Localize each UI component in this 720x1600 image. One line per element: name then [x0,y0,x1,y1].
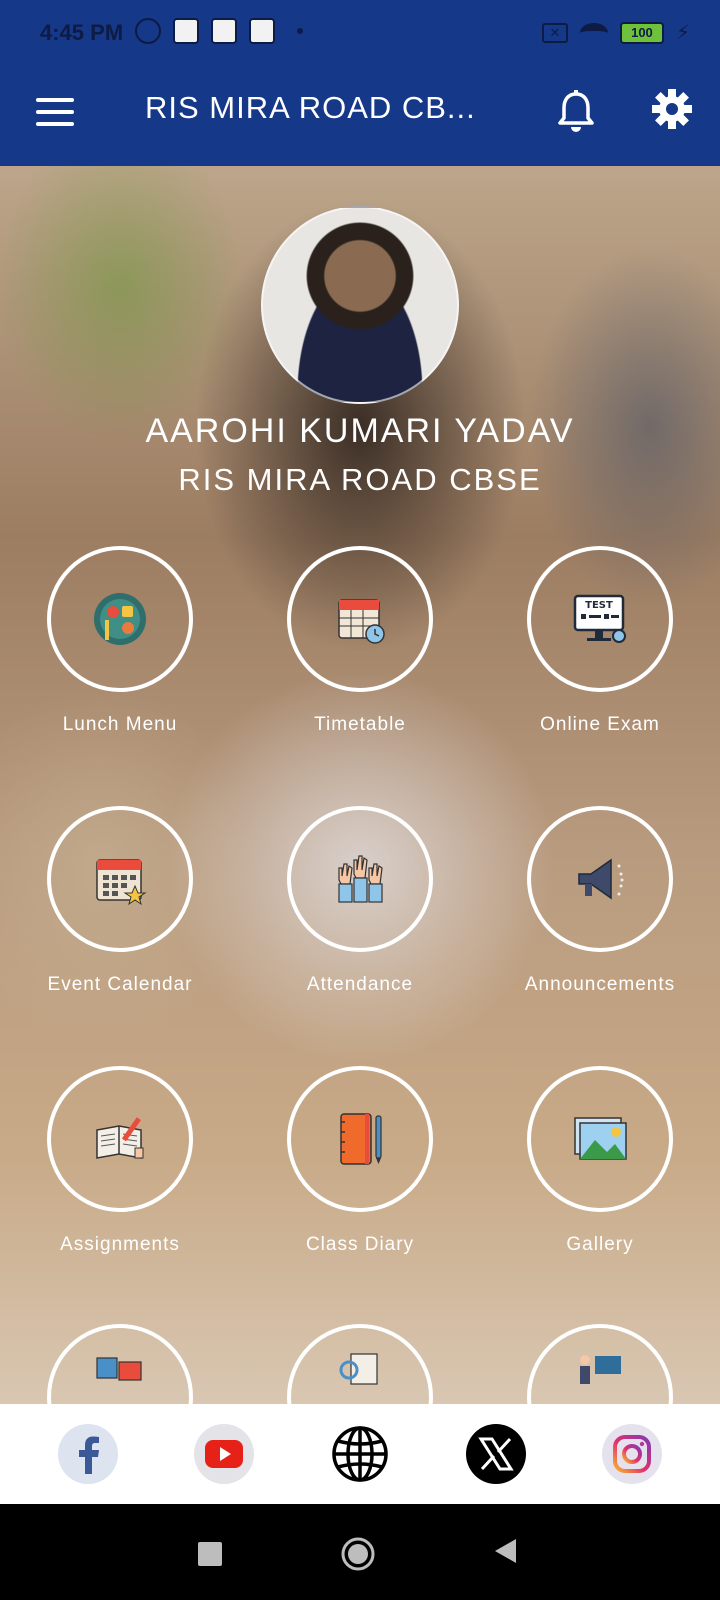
app-bar: RIS MIRA ROAD CB... [0,68,720,166]
tile-label: Class Diary [305,1234,415,1255]
avatar[interactable] [261,206,459,404]
tile-timetable[interactable]: Timetable [240,546,480,756]
class-diary-icon [340,1113,382,1165]
tile-label: Announcements [524,974,676,995]
tile-event-calendar[interactable]: Event Calendar [0,806,240,1016]
tile-ring [287,1066,433,1212]
circle-icon [341,1537,375,1571]
tile-label: Gallery [566,1234,634,1255]
report-icon [339,1353,378,1385]
tile-announcements[interactable]: Announcements [480,806,720,1016]
lunch-menu-icon [94,593,146,645]
tile-ring [527,1324,673,1404]
tile-label: Online Exam [540,714,660,735]
status-time: 4:45 PM [40,20,124,45]
student-name: AAROHI KUMARI YADAV [145,412,575,450]
assignments-icon [96,1117,144,1159]
home-button[interactable] [340,1536,376,1577]
tile-lunch-menu[interactable]: Lunch Menu [0,546,240,756]
system-navigation-bar [0,1504,720,1600]
tile-partial[interactable] [480,1324,720,1404]
tile-ring [287,806,433,952]
tile-ring [47,806,193,952]
tile-ring [47,546,193,692]
tile-gallery[interactable]: Gallery [480,1066,720,1276]
app-notification-icon [249,18,275,44]
gallery-icon [574,1117,627,1160]
app-notification-icon [211,18,237,44]
tile-class-diary[interactable]: Class Diary [240,1066,480,1276]
tile-label: Lunch Menu [62,714,178,735]
school-name: RIS MIRA ROAD CBSE [178,462,542,497]
square-icon [198,1542,222,1566]
youtube-icon [205,1440,243,1468]
website-link[interactable] [330,1424,390,1484]
tile-label: Timetable [314,714,406,735]
menu-icon[interactable] [36,98,74,128]
instagram-link[interactable] [602,1424,662,1484]
facebook-link[interactable] [58,1424,118,1484]
more-notifications-dot [297,28,303,34]
tile-ring [47,1066,193,1212]
facebook-icon [79,1436,99,1474]
youtube-link[interactable] [194,1424,254,1484]
gear-icon[interactable] [651,88,693,130]
megaphone-icon [578,858,624,900]
tile-partial[interactable] [240,1324,480,1404]
tile-ring [287,546,433,692]
bell-icon[interactable] [556,90,596,134]
tile-ring [287,1324,433,1404]
back-triangle-icon [495,1539,516,1563]
globe-icon [332,1426,388,1482]
system-icons: ✕ 100 ⚡ [541,20,690,45]
timetable-icon [338,599,385,644]
notification-icons [135,18,303,44]
tile-ring [47,1324,193,1404]
wifi-icon [579,22,608,43]
app-notification-icon [173,18,199,44]
event-calendar-icon [96,859,147,906]
tile-attendance[interactable]: Attendance [240,806,480,1016]
x-icon [478,1437,514,1471]
status-bar: 4:45 PM ✕ 100 ⚡ [0,0,720,68]
tile-ring [527,1066,673,1212]
recents-button[interactable] [198,1536,222,1566]
tile-assignments[interactable]: Assignments [0,1066,240,1276]
svg-text:TEST: TEST [585,600,613,611]
tile-online-exam[interactable]: TEST Online Exam [480,546,720,756]
back-button[interactable] [492,1536,518,1571]
tile-label: Assignments [60,1234,180,1255]
battery-icon: 100 [619,21,664,44]
tile-ring: TEST [527,546,673,692]
tile-partial[interactable] [0,1324,240,1404]
feedback-icon [96,1357,142,1381]
teacher-icon [580,1355,621,1384]
alarm-icon [135,18,161,44]
charging-icon: ⚡ [675,22,690,44]
social-links-bar [0,1404,720,1504]
page-title: RIS MIRA ROAD CB... [145,90,476,125]
tile-ring [527,806,673,952]
tile-label: Event Calendar [47,974,193,995]
dashboard: AAROHI KUMARI YADAV RIS MIRA ROAD CBSE L… [0,166,720,1404]
x-twitter-link[interactable] [466,1424,526,1484]
instagram-icon [613,1435,651,1473]
no-sim-icon: ✕ [541,22,568,43]
online-exam-icon: TEST [573,594,626,643]
attendance-icon [338,855,383,903]
tile-label: Attendance [306,974,414,995]
